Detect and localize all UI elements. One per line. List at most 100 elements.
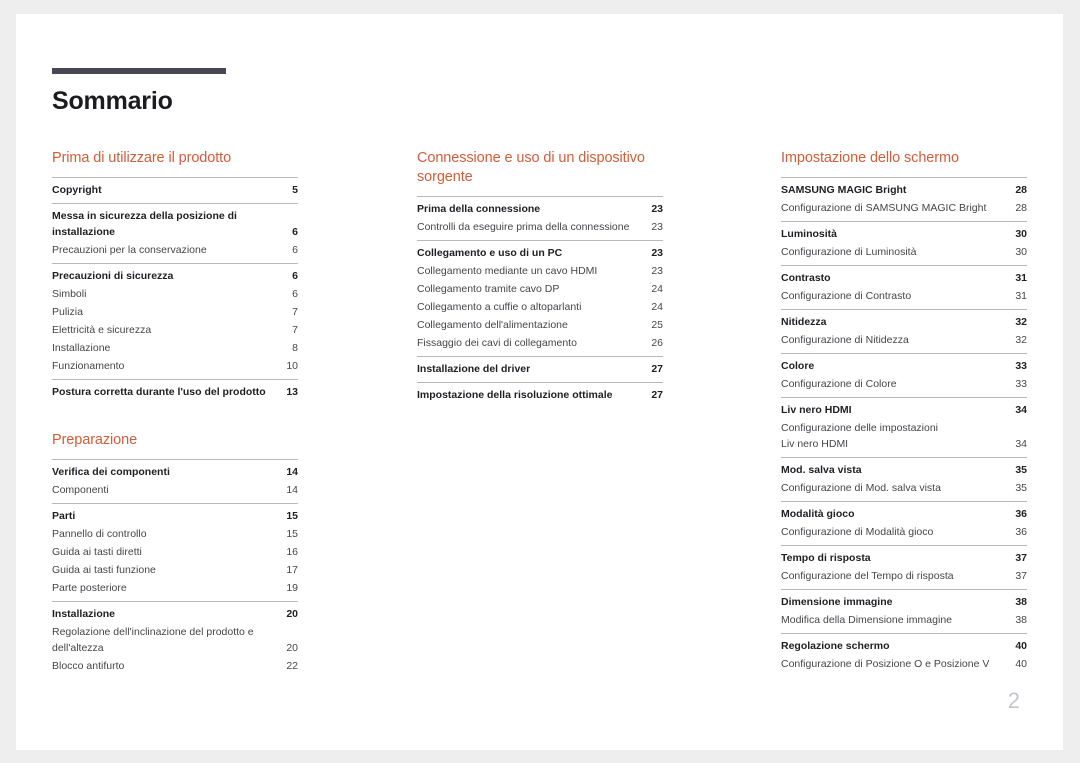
toc-entry-group: Luminosità 30 Configurazione di Luminosità…	[781, 221, 1027, 265]
toc-entry-page-number: 32	[1015, 334, 1027, 346]
toc-entry-major[interactable]: Nitidezza 32	[781, 313, 1027, 331]
toc-entry-minor[interactable]: Configurazione del Tempo di risposta 37	[781, 567, 1027, 585]
toc-entry-page-number: 38	[1015, 614, 1027, 626]
toc-entry-label: Parti	[52, 510, 76, 522]
toc-entry-label: Regolazione dell'inclinazione del prodot…	[52, 626, 254, 638]
toc-entry-major[interactable]: Copyright 5	[52, 181, 298, 199]
toc-entry-minor[interactable]: Modifica della Dimensione immagine 38	[781, 611, 1027, 629]
toc-column-1: Prima di utilizzare il prodotto Copyright…	[52, 149, 298, 679]
toc-entry-page-number: 23	[651, 203, 663, 215]
toc-entry-label: dell'altezza	[52, 642, 104, 654]
toc-entry-minor[interactable]: Fissaggio dei cavi di collegamento 26	[417, 334, 663, 352]
toc-entry-page-number: 30	[1015, 228, 1027, 240]
toc-entry-minor[interactable]: Collegamento mediante un cavo HDMI 23	[417, 262, 663, 280]
toc-entry-major[interactable]: Mod. salva vista 35	[781, 461, 1027, 479]
toc-section-heading[interactable]: Impostazione dello schermo	[781, 149, 1027, 168]
toc-entry-major[interactable]: Verifica dei componenti 14	[52, 463, 298, 481]
toc-entry-major[interactable]: Installazione del driver 27	[417, 360, 663, 378]
toc-entry-group: Dimensione immagine 38 Modifica della Dime…	[781, 589, 1027, 633]
toc-entry-minor[interactable]: Configurazione delle impostazioni Liv ner…	[781, 419, 1027, 453]
toc-entry-label: Prima della connessione	[417, 203, 541, 215]
toc-column-3: Impostazione dello schermo SAMSUNG MAGIC …	[781, 149, 1027, 677]
toc-entry-label: Installazione del driver	[417, 363, 531, 375]
toc-entry-minor[interactable]: Configurazione di Posizione O e Posizion…	[781, 655, 1027, 673]
toc-section-heading[interactable]: Connessione e uso di un dispositivo sorge…	[417, 149, 663, 187]
toc-entry-major[interactable]: Tempo di risposta 37	[781, 549, 1027, 567]
toc-entry-minor[interactable]: Guida ai tasti diretti 16	[52, 543, 298, 561]
toc-entry-minor[interactable]: Parte posteriore 19	[52, 579, 298, 597]
toc-entry-label: Liv nero HDMI	[781, 404, 852, 416]
toc-entry-minor[interactable]: Configurazione di Contrasto 31	[781, 287, 1027, 305]
toc-entry-major[interactable]: Regolazione schermo 40	[781, 637, 1027, 655]
toc-entry-group: Installazione del driver 27	[417, 356, 663, 382]
toc-entry-minor[interactable]: Componenti 14	[52, 481, 298, 499]
toc-entry-label: Copyright	[52, 184, 102, 196]
toc-entry-minor[interactable]: Simboli 6	[52, 285, 298, 303]
toc-entry-minor[interactable]: Controlli da eseguire prima della connes…	[417, 218, 663, 236]
toc-entry-group: Liv nero HDMI 34 Configurazione delle impo…	[781, 397, 1027, 457]
toc-entry-major[interactable]: Impostazione della risoluzione ottimale 2…	[417, 386, 663, 404]
toc-entry-minor[interactable]: Configurazione di Colore 33	[781, 375, 1027, 393]
toc-entry-page-number: 14	[286, 484, 298, 496]
toc-entry-minor[interactable]: Configurazione di Mod. salva vista 35	[781, 479, 1027, 497]
toc-entry-minor[interactable]: Precauzioni per la conservazione 6	[52, 241, 298, 259]
toc-section: Connessione e uso di un dispositivo sorge…	[417, 149, 663, 408]
toc-entry-page-number: 40	[1015, 658, 1027, 670]
toc-entry-minor[interactable]: Configurazione di Nitidezza 32	[781, 331, 1027, 349]
toc-entry-page-number: 15	[286, 510, 298, 522]
toc-entry-major[interactable]: Messa in sicurezza della posizione di ins…	[52, 207, 298, 241]
toc-entry-label: Modalità gioco	[781, 508, 855, 520]
toc-entry-page-number: 6	[292, 288, 298, 300]
toc-entry-label: Installazione	[52, 608, 116, 620]
toc-entry-label: Configurazione di Colore	[781, 378, 897, 390]
toc-entry-major[interactable]: Luminosità 30	[781, 225, 1027, 243]
toc-entry-major[interactable]: Collegamento e uso di un PC 23	[417, 244, 663, 262]
toc-entry-minor[interactable]: Funzionamento 10	[52, 357, 298, 375]
toc-entry-major[interactable]: Precauzioni di sicurezza 6	[52, 267, 298, 285]
toc-entry-label: Collegamento a cuffie o altoparlanti	[417, 301, 582, 313]
toc-entry-label: Configurazione di Nitidezza	[781, 334, 909, 346]
toc-entry-major[interactable]: SAMSUNG MAGIC Bright 28	[781, 181, 1027, 199]
toc-entry-minor[interactable]: Pannello di controllo 15	[52, 525, 298, 543]
toc-entry-major[interactable]: Postura corretta durante l'uso del prodo…	[52, 383, 298, 401]
toc-entry-label: Nitidezza	[781, 316, 827, 328]
toc-entry-group: Verifica dei componenti 14 Componenti 14	[52, 459, 298, 503]
toc-entry-group: Regolazione schermo 40 Configurazione di P…	[781, 633, 1027, 677]
toc-entry-major[interactable]: Dimensione immagine 38	[781, 593, 1027, 611]
toc-entry-major[interactable]: Modalità gioco 36	[781, 505, 1027, 523]
toc-section: Impostazione dello schermo SAMSUNG MAGIC …	[781, 149, 1027, 677]
toc-entry-page-number: 24	[651, 283, 663, 295]
toc-entry-label: installazione	[52, 226, 116, 238]
toc-entry-page-number: 33	[1015, 360, 1027, 372]
toc-entry-minor[interactable]: Pulizia 7	[52, 303, 298, 321]
toc-entry-group: Messa in sicurezza della posizione di ins…	[52, 203, 298, 263]
toc-entry-minor[interactable]: Guida ai tasti funzione 17	[52, 561, 298, 579]
toc-entry-minor[interactable]: Configurazione di SAMSUNG MAGIC Bright 28	[781, 199, 1027, 217]
toc-entry-major[interactable]: Prima della connessione 23	[417, 200, 663, 218]
toc-entry-minor[interactable]: Collegamento dell'alimentazione 25	[417, 316, 663, 334]
toc-entry-label: Configurazione di SAMSUNG MAGIC Bright	[781, 202, 987, 214]
toc-entry-minor[interactable]: Elettricità e sicurezza 7	[52, 321, 298, 339]
title-block: Sommario	[52, 68, 226, 116]
toc-entry-major[interactable]: Colore 33	[781, 357, 1027, 375]
toc-entry-page-number: 36	[1015, 526, 1027, 538]
toc-entry-major[interactable]: Installazione 20	[52, 605, 298, 623]
toc-entry-major[interactable]: Parti 15	[52, 507, 298, 525]
toc-entry-major[interactable]: Contrasto 31	[781, 269, 1027, 287]
toc-entry-minor[interactable]: Regolazione dell'inclinazione del prodot…	[52, 623, 298, 657]
toc-entry-major[interactable]: Liv nero HDMI 34	[781, 401, 1027, 419]
toc-entry-page-number: 32	[1015, 316, 1027, 328]
toc-entry-page-number: 34	[1015, 438, 1027, 450]
toc-entry-minor[interactable]: Configurazione di Modalità gioco 36	[781, 523, 1027, 541]
toc-entry-minor[interactable]: Installazione 8	[52, 339, 298, 357]
toc-section-heading[interactable]: Preparazione	[52, 431, 298, 450]
toc-entry-minor[interactable]: Configurazione di Luminosità 30	[781, 243, 1027, 261]
toc-section-heading[interactable]: Prima di utilizzare il prodotto	[52, 149, 298, 168]
toc-entry-minor[interactable]: Collegamento a cuffie o altoparlanti 24	[417, 298, 663, 316]
toc-entry-line: dell'altezza 20	[52, 640, 298, 656]
toc-entry-minor[interactable]: Collegamento tramite cavo DP 24	[417, 280, 663, 298]
toc-entry-minor[interactable]: Blocco antifurto 22	[52, 657, 298, 675]
toc-entry-label: Parte posteriore	[52, 582, 127, 594]
toc-entry-page-number: 26	[651, 337, 663, 349]
toc-entry-page-number: 27	[651, 363, 663, 375]
